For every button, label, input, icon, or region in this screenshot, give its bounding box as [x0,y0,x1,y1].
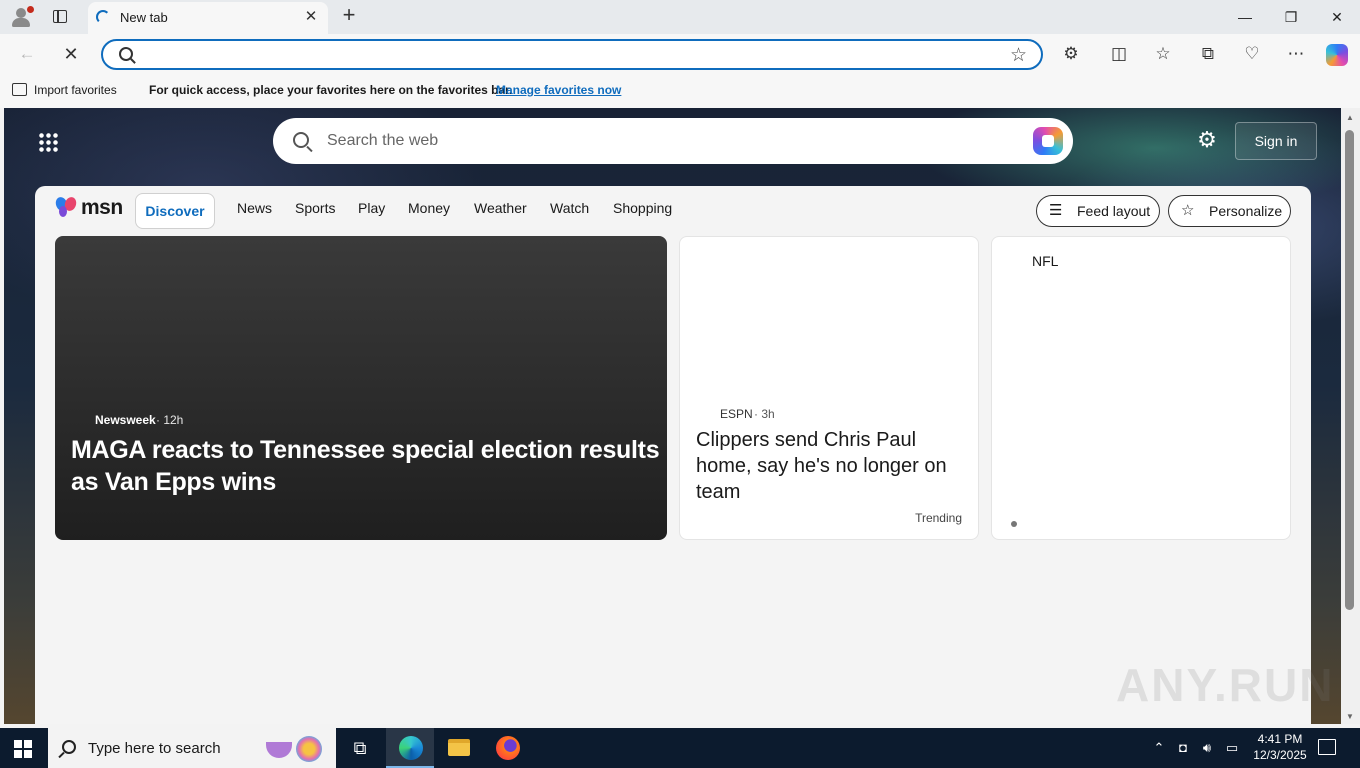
firefox-icon [496,736,520,760]
windows-start-icon[interactable] [14,740,32,758]
copilot-icon[interactable] [1033,127,1063,155]
tab-shopping[interactable]: Shopping [613,200,672,216]
msn-butterfly-icon [53,195,79,219]
apps-launcher-icon[interactable] [38,132,58,152]
nfl-card[interactable]: NFL [991,236,1291,540]
task-view-icon[interactable]: ⧉ [336,728,384,768]
edge-icon [399,736,423,760]
favorites-bar: Import favorites For quick access, place… [0,74,1360,108]
new-tab-button[interactable]: + [338,4,360,27]
trending-badge: Trending [915,511,962,525]
web-search-box[interactable] [273,118,1073,164]
news-feed: msn Discover News Sports Play Money Weat… [35,186,1311,724]
notifications-icon[interactable] [1318,739,1336,755]
volume-icon[interactable]: 🔊︎ [1197,728,1217,768]
story-headline[interactable]: Clippers send Chris Paul home, say he's … [696,427,966,505]
sign-in-button[interactable]: Sign in [1235,122,1317,160]
browser-essentials-icon[interactable]: ♡ [1240,43,1264,67]
split-screen-icon[interactable]: ◫ [1107,43,1131,67]
search-icon [62,740,76,754]
taskbar-search-text: Type here to search [88,740,221,757]
page-scrollbar[interactable]: ▲ ▼ [1341,108,1360,724]
favorites-hint: For quick access, place your favorites h… [149,83,513,97]
story-age: · 3h [754,407,775,421]
tab-sports[interactable]: Sports [295,200,335,216]
system-clock[interactable]: 4:41 PM 12/3/2025 [1250,731,1310,763]
scroll-down-arrow-icon[interactable]: ▼ [1346,712,1354,721]
tab-play[interactable]: Play [358,200,385,216]
story-age: · 12h [156,413,184,427]
meet-now-icon[interactable]: ◘ [1174,728,1192,768]
close-tab-icon[interactable]: ✕ [302,8,320,26]
search-highlight-illustration [264,734,326,762]
anyrun-watermark: ANY.RUN [1116,659,1335,711]
story-headline[interactable]: MAGA reacts to Tennessee special electio… [71,434,661,498]
tab-discover[interactable]: Discover [135,193,215,229]
import-icon [12,83,27,96]
manage-favorites-link[interactable]: Manage favorites now [496,83,621,97]
sliders-icon: ☰ [1049,202,1063,219]
restore-button[interactable]: ❐ [1268,0,1314,34]
story-card[interactable]: ESPN · 3h Clippers send Chris Paul home,… [679,236,979,540]
taskbar-file-explorer-button[interactable] [434,728,482,768]
settings-gear-icon[interactable]: ⚙ [1195,129,1219,153]
msn-logo-text: msn [81,196,123,219]
tab-title: New tab [120,10,168,25]
taskbar-firefox-button[interactable] [482,728,530,768]
nfl-card-label: NFL [1032,253,1059,269]
copilot-icon[interactable] [1326,44,1348,66]
feed-layout-button[interactable]: ☰ Feed layout [1036,195,1160,227]
address-bar[interactable]: ☆ [101,39,1043,70]
taskbar-search-box[interactable]: Type here to search [48,728,336,768]
loading-icon [96,10,110,24]
personalize-button[interactable]: ☆ Personalize [1168,195,1291,227]
tab-watch[interactable]: Watch [550,200,589,216]
tab-actions-icon[interactable] [50,8,70,26]
stop-button[interactable]: ✕ [60,44,82,66]
clock-time: 4:41 PM [1257,732,1303,746]
extensions-icon[interactable]: ⚙ [1059,43,1083,67]
taskbar-edge-button[interactable] [386,728,434,768]
tab-money[interactable]: Money [408,200,450,216]
tab-new-tab[interactable]: New tab ✕ [88,2,328,34]
search-icon [293,132,309,148]
back-button[interactable]: ← [16,44,38,66]
profile-icon[interactable] [8,5,34,29]
minimize-button[interactable]: — [1222,0,1268,34]
story-source: ESPN [720,407,753,421]
folder-icon [448,739,470,756]
title-bar: New tab ✕ + — ❐ ✕ [0,0,1360,34]
import-favorites-button[interactable]: Import favorites [34,83,117,97]
tab-weather[interactable]: Weather [474,200,527,216]
clock-date: 12/3/2025 [1253,748,1307,762]
personalize-label: Personalize [1209,203,1283,219]
carousel-pager-dot[interactable] [1011,521,1017,527]
more-icon[interactable]: ⋯ [1284,43,1308,67]
search-icon [119,47,133,61]
hero-story-card[interactable]: Newsweek · 12h MAGA reacts to Tennessee … [55,236,667,540]
tab-news[interactable]: News [237,200,272,216]
network-icon[interactable]: ▭ [1222,728,1242,768]
show-hidden-icons-chevron-icon[interactable]: ⌃ [1150,728,1168,768]
scroll-up-arrow-icon[interactable]: ▲ [1346,113,1354,122]
add-favorite-star-icon[interactable]: ☆ [1010,44,1027,67]
taskbar: Type here to search ⧉ ⌃ ◘ 🔊︎ ▭ 4:41 PM 1… [0,728,1360,768]
favorites-icon[interactable]: ☆ [1151,43,1175,67]
navigation-toolbar: ← ✕ ☆ ⚙ ◫ ☆ ⧉ ♡ ⋯ [0,34,1360,74]
scroll-thumb[interactable] [1345,130,1354,610]
story-source: Newsweek [95,413,156,427]
feed-layout-label: Feed layout [1077,203,1151,219]
sparkle-star-icon: ☆ [1181,202,1195,219]
page-viewport: ⚙ Sign in msn Discover News Sports Play … [4,108,1341,724]
collections-icon[interactable]: ⧉ [1196,43,1220,67]
web-search-input[interactable] [327,129,1007,153]
close-window-button[interactable]: ✕ [1314,0,1360,34]
